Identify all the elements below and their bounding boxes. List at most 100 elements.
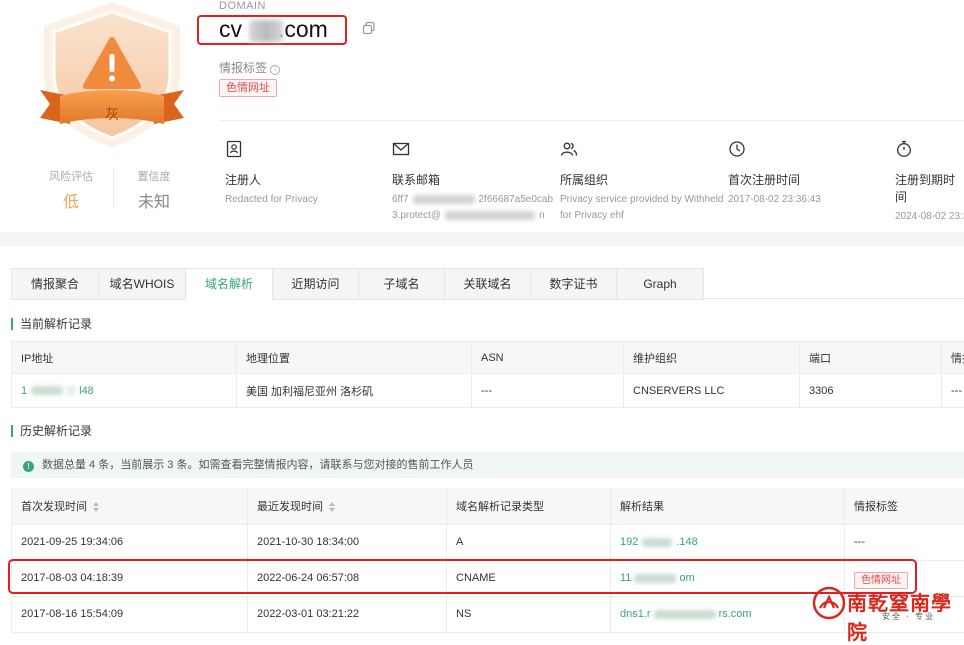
risk-eval-label: 风险评估 bbox=[25, 168, 117, 184]
expiry-value: 2024-08-02 23:3 bbox=[895, 209, 964, 225]
tab-dns-resolution[interactable]: 域名解析 bbox=[186, 269, 273, 300]
risk-badge-icon: 灰 bbox=[30, 0, 195, 150]
result-redaction bbox=[654, 610, 716, 619]
intel-tag: --- bbox=[845, 524, 964, 560]
tab-graph[interactable]: Graph bbox=[617, 269, 703, 299]
sort-icon[interactable] bbox=[93, 502, 99, 512]
col-intel-tag: 情报标签 bbox=[845, 488, 964, 524]
badge-glyph: 灰 bbox=[105, 107, 119, 123]
tags-caption: 情报标签i bbox=[219, 59, 280, 76]
first-registered-value: 2017-08-02 23:36:43 bbox=[728, 192, 898, 208]
history-notice: ! 数据总量 4 条，当前展示 3 条。如需查看完整情报内容，请联系与您对接的售前… bbox=[11, 452, 964, 478]
org-value: Privacy service provided by Withheld for… bbox=[560, 192, 730, 224]
ip-prefix: 1 bbox=[21, 385, 27, 397]
first-registered-title: 首次注册时间 bbox=[728, 171, 898, 188]
notice-text: 数据总量 4 条，当前展示 3 条。如需查看完整情报内容，请联系与您对接的售前工… bbox=[42, 459, 473, 471]
tag-badge[interactable]: 色情网址 bbox=[219, 79, 277, 97]
email-part-3: 3.protect@ bbox=[392, 210, 441, 221]
tab-subdomains[interactable]: 子域名 bbox=[359, 269, 445, 299]
record-type: NS bbox=[447, 596, 611, 632]
email-part-1: 6ff7 bbox=[392, 194, 409, 205]
col-geo: 地理位置 bbox=[237, 342, 472, 374]
col-ip: IP地址 bbox=[12, 342, 237, 374]
section-separator bbox=[0, 232, 964, 246]
contact-email: 联系邮箱 6ff7 2f66687a5e0cab 3.protect@ n bbox=[392, 140, 562, 224]
geo-value: 美国 加利福尼亚州 洛杉矶 bbox=[237, 374, 472, 408]
copy-icon[interactable] bbox=[362, 21, 376, 35]
organization: 所属组织 Privacy service provided by Withhel… bbox=[560, 140, 730, 224]
col-last-seen-label: 最近发现时间 bbox=[257, 501, 323, 513]
col-last-seen[interactable]: 最近发现时间 bbox=[248, 488, 447, 524]
email-title: 联系邮箱 bbox=[392, 171, 562, 188]
history-records-title: 历史解析记录 bbox=[11, 425, 92, 437]
registrant-title: 注册人 bbox=[225, 171, 395, 188]
first-registered: 首次注册时间 2017-08-02 23:36:43 bbox=[728, 140, 898, 208]
confidence-value: 未知 bbox=[108, 188, 200, 212]
tab-certificates[interactable]: 数字证书 bbox=[531, 269, 617, 299]
tag-list: 色情网址 bbox=[219, 78, 277, 96]
confidence-label: 置信度 bbox=[108, 168, 200, 184]
id-card-icon bbox=[225, 140, 243, 158]
asn-value: --- bbox=[472, 374, 624, 408]
table-row: 2021-09-25 19:34:06 2021-10-30 18:34:00 … bbox=[12, 524, 964, 560]
watermark-subtitle: 安全 · 专业 bbox=[882, 611, 935, 622]
domain-caption: DOMAIN bbox=[219, 0, 266, 12]
current-records-table: IP地址 地理位置 ASN 维护组织 端口 情报 1l48 美国 加利福尼亚州 … bbox=[11, 341, 964, 408]
result-part-a: 192 bbox=[620, 536, 638, 548]
tab-intel-summary[interactable]: 情报聚合 bbox=[12, 269, 99, 299]
tags-caption-text: 情报标签 bbox=[219, 61, 267, 75]
confidence: 置信度 未知 bbox=[108, 168, 200, 212]
org-value: CNSERVERS LLC bbox=[624, 374, 800, 408]
org-line-1: Privacy service provided by Withheld bbox=[560, 194, 723, 205]
watermark-logo-icon bbox=[812, 586, 846, 625]
expiry-title: 注册到期时间 bbox=[895, 171, 964, 205]
domain-redaction bbox=[249, 20, 283, 42]
tab-related-domains[interactable]: 关联域名 bbox=[445, 269, 531, 299]
email-redaction-2 bbox=[445, 211, 535, 220]
row-highlight-box bbox=[8, 559, 917, 594]
org-title: 所属组织 bbox=[560, 171, 730, 188]
users-icon bbox=[560, 140, 578, 158]
tab-recent-visits[interactable]: 近期访问 bbox=[273, 269, 359, 299]
result-link[interactable]: 192 .148 bbox=[611, 524, 845, 560]
result-link[interactable]: dns1.r rs.com bbox=[611, 596, 845, 632]
col-port: 端口 bbox=[800, 342, 942, 374]
registrant: 注册人 Redacted for Privacy bbox=[225, 140, 395, 208]
result-part-b: rs.com bbox=[719, 608, 752, 620]
risk-eval-value: 低 bbox=[25, 188, 117, 212]
record-type: A bbox=[447, 524, 611, 560]
email-part-2: 2f66687a5e0cab bbox=[479, 194, 554, 205]
email-part-4: n bbox=[539, 210, 545, 221]
tab-bar: 情报聚合 域名WHOIS 域名解析 近期访问 子域名 关联域名 数字证书 Gra… bbox=[11, 268, 704, 300]
result-part-a: dns1.r bbox=[620, 608, 651, 620]
mail-icon bbox=[392, 140, 410, 158]
col-org: 维护组织 bbox=[624, 342, 800, 374]
col-record-type: 域名解析记录类型 bbox=[447, 488, 611, 524]
email-redaction bbox=[413, 195, 475, 204]
ip-redaction bbox=[31, 386, 63, 395]
email-value: 6ff7 2f66687a5e0cab 3.protect@ n bbox=[392, 192, 562, 224]
risk-eval: 风险评估 低 bbox=[25, 168, 117, 212]
result-part-b: .148 bbox=[676, 536, 697, 548]
sort-icon[interactable] bbox=[329, 502, 335, 512]
col-result: 解析结果 bbox=[611, 488, 845, 524]
domain-suffix: .com bbox=[278, 16, 328, 42]
col-first-seen-label: 首次发现时间 bbox=[21, 501, 87, 513]
expiry: 注册到期时间 2024-08-02 23:3 bbox=[895, 140, 964, 225]
first-seen: 2017-08-16 15:54:09 bbox=[12, 596, 248, 632]
org-line-2: for Privacy ehf bbox=[560, 210, 624, 221]
info-circle-icon: ! bbox=[23, 461, 34, 472]
registrant-value: Redacted for Privacy bbox=[225, 192, 395, 208]
first-seen: 2021-09-25 19:34:06 bbox=[12, 524, 248, 560]
table-row: 1l48 美国 加利福尼亚州 洛杉矶 --- CNSERVERS LLC 330… bbox=[12, 374, 964, 408]
domain-prefix: cv bbox=[219, 16, 242, 42]
tab-whois[interactable]: 域名WHOIS bbox=[99, 269, 186, 299]
col-first-seen[interactable]: 首次发现时间 bbox=[12, 488, 248, 524]
current-records-title: 当前解析记录 bbox=[11, 318, 92, 330]
last-seen: 2022-03-01 03:21:22 bbox=[248, 596, 447, 632]
intel-value: --- bbox=[942, 374, 964, 408]
result-redaction bbox=[642, 538, 672, 547]
ip-link[interactable]: 1l48 bbox=[12, 374, 237, 408]
last-seen: 2021-10-30 18:34:00 bbox=[248, 524, 447, 560]
info-icon[interactable]: i bbox=[270, 65, 280, 75]
